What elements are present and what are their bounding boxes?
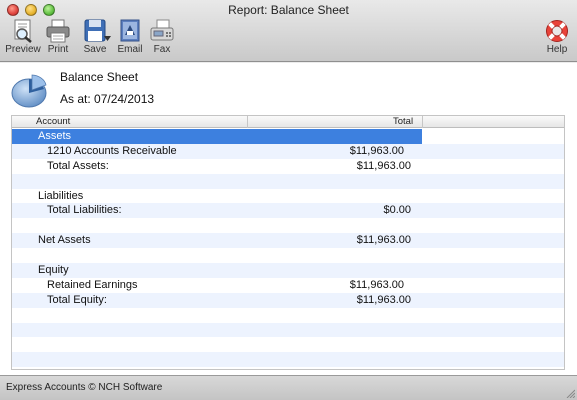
table-row[interactable] xyxy=(12,337,564,352)
row-label: Total Liabilities: xyxy=(47,204,122,217)
row-label: Retained Earnings xyxy=(47,278,138,291)
column-header-total[interactable]: Total xyxy=(393,116,413,128)
pie-chart-report-icon xyxy=(11,74,47,108)
preview-icon xyxy=(14,19,32,43)
column-header-account[interactable]: Account xyxy=(36,116,70,128)
row-amount: $11,963.00 xyxy=(356,159,411,172)
row-amount: $11,963.00 xyxy=(349,278,404,291)
preview-button[interactable]: Preview xyxy=(5,19,41,55)
help-button[interactable]: Help xyxy=(539,19,575,55)
row-amount: $11,963.00 xyxy=(349,144,404,157)
save-label: Save xyxy=(83,44,107,55)
table-row[interactable]: Total Assets: $11,963.00 xyxy=(12,159,564,174)
table-row[interactable] xyxy=(12,352,564,368)
table-row[interactable] xyxy=(12,322,564,338)
fax-label: Fax xyxy=(153,44,171,55)
table-header: Account Total xyxy=(12,116,564,128)
row-amount: $11,963.00 xyxy=(356,234,411,247)
table-row[interactable]: Liabilities xyxy=(12,189,564,204)
row-label: Liabilities xyxy=(38,189,84,202)
report-table[interactable]: Account Total Assets 1210 Accounts Receiv… xyxy=(11,115,565,370)
save-dropdown-arrow-icon[interactable] xyxy=(104,36,111,41)
table-row[interactable]: Total Liabilities: $0.00 xyxy=(12,203,564,219)
report-date: As at: 07/24/2013 xyxy=(60,92,155,106)
row-label: Total Equity: xyxy=(47,293,107,306)
selection-highlight xyxy=(12,129,422,144)
email-label: Email xyxy=(117,44,143,55)
row-label: Net Assets xyxy=(38,234,91,247)
row-label: Total Assets: xyxy=(47,159,109,172)
table-row[interactable] xyxy=(12,308,564,323)
row-label: Assets xyxy=(38,130,72,142)
table-row[interactable]: Assets xyxy=(12,129,564,144)
table-row[interactable]: 1210 Accounts Receivable $11,963.00 xyxy=(12,143,564,159)
print-button[interactable]: Print xyxy=(40,19,76,55)
lifebuoy-help-icon xyxy=(546,20,568,42)
row-label: Equity xyxy=(38,264,69,277)
table-rows: Assets 1210 Accounts Receivable $11,963.00… xyxy=(12,129,564,368)
table-row[interactable] xyxy=(12,218,564,233)
print-label: Print xyxy=(47,44,69,55)
table-row[interactable] xyxy=(12,173,564,189)
printer-icon xyxy=(46,19,70,43)
status-bar: Express Accounts © NCH Software xyxy=(0,375,577,400)
row-amount: $0.00 xyxy=(383,204,411,217)
table-row[interactable]: Retained Earnings $11,963.00 xyxy=(12,278,564,293)
table-row[interactable]: Total Equity: $11,963.00 xyxy=(12,292,564,308)
report-content: Balance Sheet As at: 07/24/2013 Account … xyxy=(0,63,577,375)
table-row[interactable] xyxy=(12,248,564,263)
fax-button[interactable]: Fax xyxy=(144,19,180,55)
resize-grip-icon[interactable] xyxy=(565,388,575,398)
status-text: Express Accounts © NCH Software xyxy=(6,382,163,393)
table-row[interactable]: Equity xyxy=(12,263,564,278)
help-label: Help xyxy=(546,44,568,55)
window-toolbar: Report: Balance Sheet Preview Print Save xyxy=(0,0,577,62)
row-label: 1210 Accounts Receivable xyxy=(47,144,177,157)
table-row[interactable]: Net Assets $11,963.00 xyxy=(12,233,564,249)
window-title: Report: Balance Sheet xyxy=(228,3,349,17)
preview-label: Preview xyxy=(5,44,41,55)
column-divider[interactable] xyxy=(422,116,423,128)
email-button[interactable]: Email xyxy=(112,19,148,55)
row-amount: $11,963.00 xyxy=(356,293,411,306)
email-icon xyxy=(120,19,140,42)
fax-machine-icon xyxy=(150,19,174,41)
report-title: Balance Sheet xyxy=(60,70,139,84)
column-divider[interactable] xyxy=(247,116,248,128)
